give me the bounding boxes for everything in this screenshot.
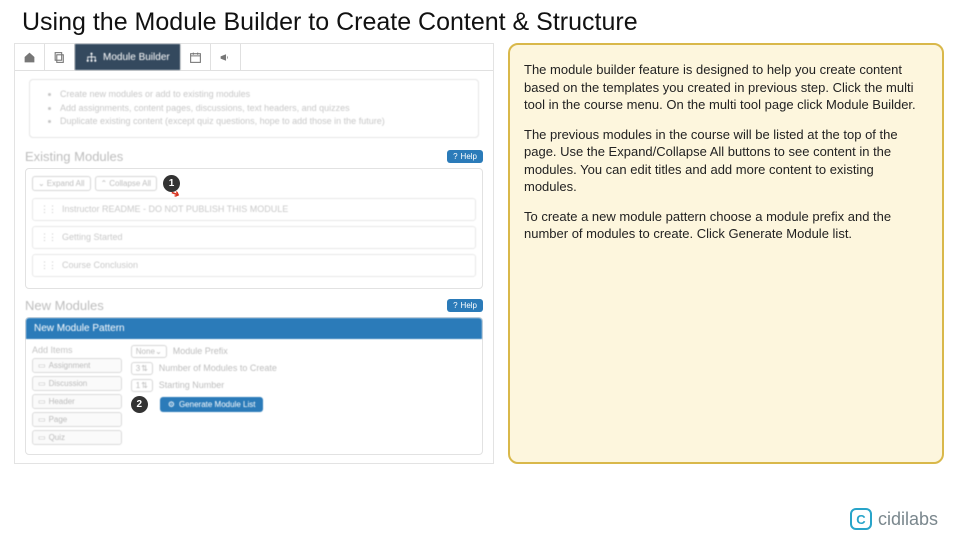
chevron-down-icon: ⌄: [38, 179, 45, 188]
start-label: Starting Number: [159, 380, 225, 390]
quiz-icon: ▭: [38, 433, 46, 442]
add-quiz-button[interactable]: ▭Quiz: [32, 430, 122, 445]
slide-title: Using the Module Builder to Create Conte…: [0, 0, 960, 43]
help-icon: ?: [453, 152, 457, 161]
copy-icon[interactable]: [45, 44, 75, 70]
chevron-up-icon: ⌃: [101, 179, 108, 188]
add-header-button[interactable]: ▭Header: [32, 394, 122, 409]
info-paragraph: To create a new module pattern choose a …: [524, 208, 928, 243]
bullet-item: Create new modules or add to existing mo…: [60, 88, 466, 102]
callout-2: 2: [131, 396, 148, 413]
brand-name: cidilabs: [878, 509, 938, 530]
callout-1: 1➔: [163, 175, 180, 192]
pattern-header: New Module Pattern: [26, 318, 482, 339]
module-row[interactable]: ⋮⋮Instructor README - DO NOT PUBLISH THI…: [32, 198, 476, 221]
help-icon: ?: [453, 301, 457, 310]
gear-icon: ⚙: [168, 400, 175, 409]
help-button[interactable]: ?Help: [447, 299, 483, 312]
megaphone-icon[interactable]: [211, 44, 241, 70]
file-icon: ▭: [38, 361, 46, 370]
existing-modules-title: Existing Modules: [25, 149, 123, 164]
brand-badge: C: [850, 508, 872, 530]
page-icon: ▭: [38, 415, 46, 424]
add-discussion-button[interactable]: ▭Discussion: [32, 376, 122, 391]
calendar-icon[interactable]: [181, 44, 211, 70]
new-modules-title: New Modules: [25, 298, 104, 313]
chat-icon: ▭: [38, 379, 46, 388]
module-builder-tab[interactable]: Module Builder: [75, 44, 181, 70]
expand-all-button[interactable]: ⌄Expand All: [32, 176, 91, 191]
brand-logo: C cidilabs: [850, 508, 938, 530]
prefix-label: Module Prefix: [173, 346, 228, 356]
grip-icon: ⋮⋮: [40, 260, 56, 271]
home-icon[interactable]: [15, 44, 45, 70]
screenshot-mock: Module Builder Create new modules or add…: [14, 43, 494, 464]
bullet-item: Add assignments, content pages, discussi…: [60, 102, 466, 116]
grip-icon: ⋮⋮: [40, 232, 56, 243]
module-row[interactable]: ⋮⋮Getting Started: [32, 226, 476, 249]
feature-bullets: Create new modules or add to existing mo…: [29, 79, 479, 138]
bullet-item: Duplicate existing content (except quiz …: [60, 115, 466, 129]
info-paragraph: The module builder feature is designed t…: [524, 61, 928, 114]
module-count-stepper[interactable]: 3⇅: [131, 362, 153, 375]
top-nav: Module Builder: [15, 44, 493, 71]
add-page-button[interactable]: ▭Page: [32, 412, 122, 427]
info-panel: The module builder feature is designed t…: [508, 43, 944, 464]
count-label: Number of Modules to Create: [159, 363, 277, 373]
starting-number-stepper[interactable]: 1⇅: [131, 379, 153, 392]
prefix-select[interactable]: None⌄: [131, 345, 167, 358]
generate-module-list-button[interactable]: ⚙Generate Module List: [160, 397, 264, 412]
add-assignment-button[interactable]: ▭Assignment: [32, 358, 122, 373]
stepper-icon: ⇅: [141, 364, 148, 373]
stepper-icon: ⇅: [141, 381, 148, 390]
nav-active-label: Module Builder: [103, 52, 170, 63]
grip-icon: ⋮⋮: [40, 204, 56, 215]
sitemap-icon: [85, 51, 98, 64]
collapse-all-button[interactable]: ⌃Collapse All: [95, 176, 158, 191]
module-row[interactable]: ⋮⋮Course Conclusion: [32, 254, 476, 277]
header-icon: ▭: [38, 397, 46, 406]
add-items-title: Add Items: [32, 345, 122, 355]
info-paragraph: The previous modules in the course will …: [524, 126, 928, 196]
chevron-down-icon: ⌄: [155, 347, 162, 356]
help-button[interactable]: ?Help: [447, 150, 483, 163]
